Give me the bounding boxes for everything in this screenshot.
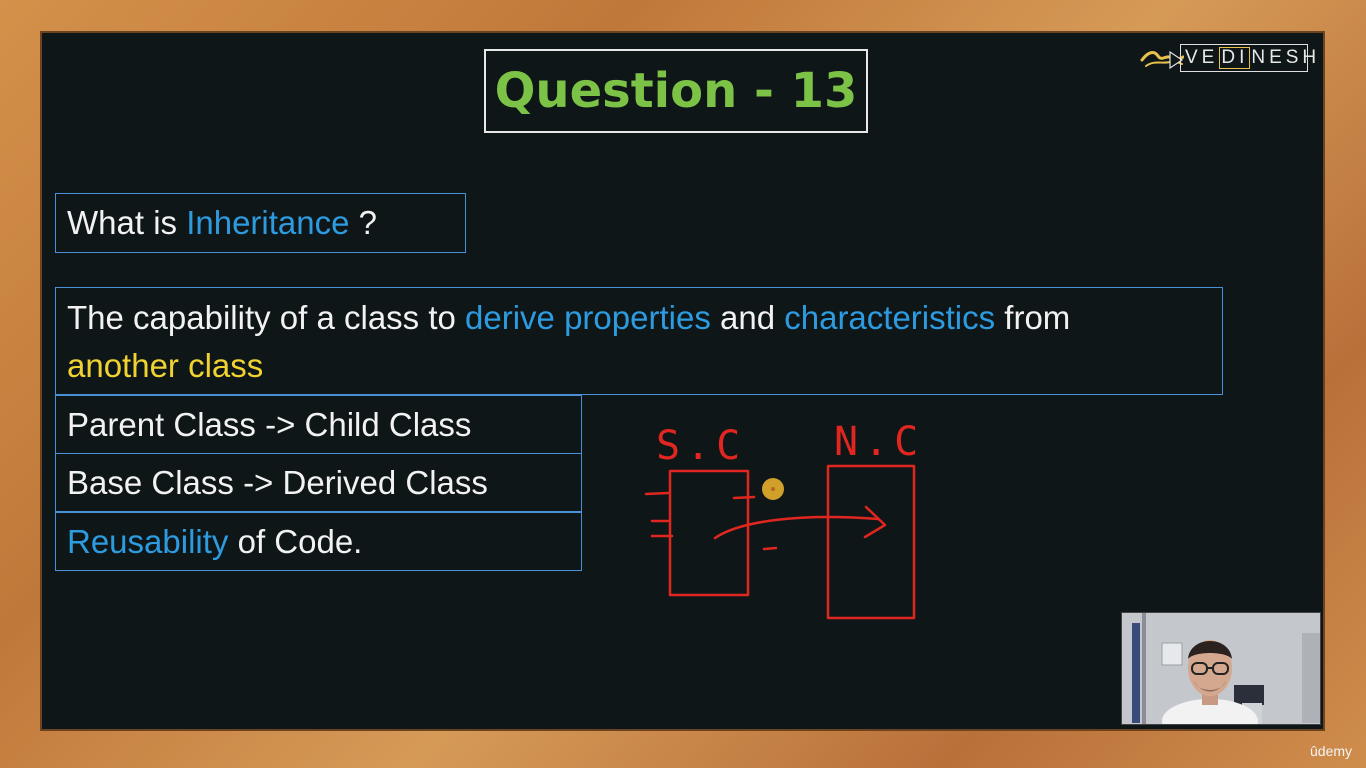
question-lead: What is — [67, 204, 187, 241]
brand-suffix: NESH — [1251, 47, 1321, 68]
parent-child-row: Parent Class -> Child Class — [55, 395, 582, 454]
definition-from: from — [995, 299, 1071, 336]
instructor-webcam — [1121, 612, 1321, 725]
pointer-center — [771, 487, 775, 491]
reusability-row: Reusability of Code. — [55, 512, 582, 571]
member-tick — [644, 491, 670, 496]
super-class-label: S.C — [656, 423, 746, 469]
brand-logo: VE DI NESH — [1140, 44, 1316, 76]
base-derived-row: Base Class -> Derived Class — [55, 453, 582, 512]
parent-child-text: Parent Class -> Child Class — [67, 405, 472, 443]
question-term: Inheritance — [186, 204, 350, 241]
swoosh-icon — [1140, 50, 1184, 70]
pointer-dot — [762, 478, 784, 500]
udemy-watermark: ûdemy — [1310, 743, 1353, 759]
brand-prefix: VE — [1185, 47, 1219, 68]
slide-title: Question - 13 — [484, 49, 868, 133]
inheritance-arrow — [713, 515, 880, 540]
question-tail: ? — [349, 204, 378, 241]
reusability-tail: of Code. — [228, 522, 363, 560]
member-tick — [762, 546, 778, 551]
question-box: What is Inheritance ? — [55, 193, 466, 253]
member-tick — [732, 495, 756, 500]
definition-another-class: another class — [67, 347, 264, 384]
reusability-term: Reusability — [67, 522, 229, 560]
definition-derive-properties: derive properties — [465, 299, 711, 336]
brand-highlight: DI — [1219, 47, 1251, 69]
sub-class-box — [826, 464, 916, 620]
sub-class-label: N.C — [834, 419, 924, 465]
chalkboard: Question - 13 VE DI NESH What is Inheritan… — [40, 31, 1325, 731]
definition-characteristics: characteristics — [784, 299, 996, 336]
super-class-box — [668, 469, 750, 597]
arrow-head — [863, 505, 887, 539]
instructor-video-frame — [1122, 613, 1320, 724]
definition-and: and — [710, 299, 785, 336]
definition-part1: The capability of a class to — [67, 299, 466, 336]
brand-wordmark: VE DI NESH — [1180, 44, 1316, 72]
base-derived-text: Base Class -> Derived Class — [67, 463, 488, 501]
definition-box: The capability of a class to derive prop… — [55, 287, 1223, 395]
